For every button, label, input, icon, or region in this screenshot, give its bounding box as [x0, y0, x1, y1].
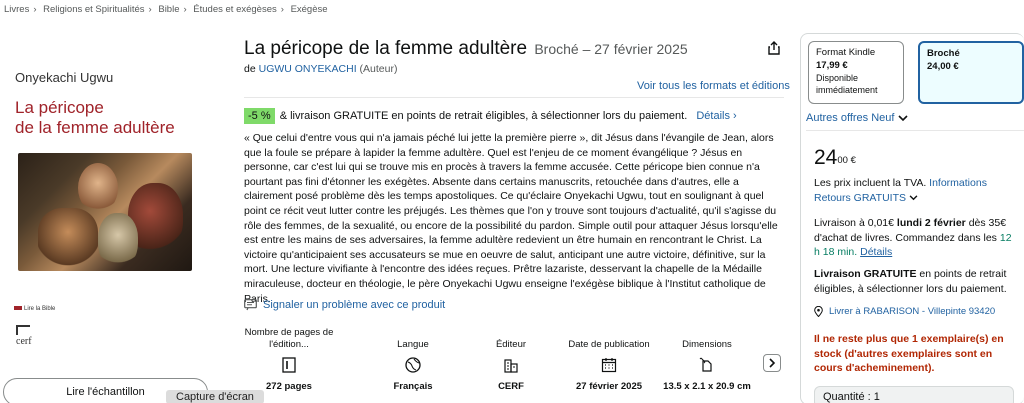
other-offers-dropdown[interactable]: Autres offres Neuf — [806, 112, 909, 124]
tax-info: Les prix incluent la TVA. Informations R… — [814, 177, 987, 204]
cover-author: Onyekachi Ugwu — [15, 70, 114, 85]
breadcrumb-item[interactable]: Exégèse — [291, 4, 328, 15]
promo-text: & livraison GRATUITE en points de retrai… — [279, 110, 688, 122]
breadcrumb-item[interactable]: Livres — [4, 4, 29, 15]
product-specs-carousel: Nombre de pages de l'édition... 272 page… — [244, 323, 764, 403]
delivery-details-link[interactable]: Détails — [860, 246, 892, 258]
specs-next-button[interactable] — [763, 354, 781, 372]
quantity-select[interactable]: Quantité : 1 — [814, 386, 1014, 403]
free-returns-link[interactable]: Retours GRATUITS — [814, 192, 918, 204]
all-formats-link[interactable]: Voir tous les formats et éditions — [637, 80, 790, 92]
cover-title: La péricope de la femme adultère — [15, 98, 175, 137]
free-delivery-info: Livraison GRATUITE en points de retrait … — [814, 268, 1007, 295]
discount-badge: -5 % — [244, 108, 275, 124]
deliver-to-link[interactable]: Livrer à RABARISON - Villepinte 93420 — [814, 306, 995, 317]
chevron-down-icon — [898, 114, 909, 121]
breadcrumb: Livres › Religions et Spiritualités › Bibl… — [4, 4, 328, 15]
share-button[interactable] — [764, 38, 784, 58]
breadcrumb-item[interactable]: Bible — [158, 4, 179, 15]
spec-pages: Nombre de pages de l'édition... 272 page… — [244, 327, 334, 392]
promo-banner: -5 % & livraison GRATUITE en points de r… — [244, 108, 737, 124]
cover-painting — [18, 153, 192, 271]
delivery-info: Livraison à 0,01€ lundi 2 février dès 35… — [814, 217, 1012, 259]
building-icon — [504, 359, 518, 373]
location-pin-icon — [814, 306, 823, 317]
author-link[interactable]: UGWU ONYEKACHI — [259, 63, 357, 75]
divider — [244, 97, 784, 98]
stock-status: Il ne reste plus que 1 exemplaire(s) en … — [814, 333, 1004, 375]
promo-details-link[interactable]: Détails › — [696, 110, 736, 122]
divider — [806, 130, 1024, 131]
breadcrumb-item[interactable]: Religions et Spiritualités — [43, 4, 144, 15]
report-problem-link[interactable]: Signaler un problème avec ce produit — [244, 299, 445, 311]
cover-series-label: Lire la Bible — [14, 306, 55, 312]
chevron-right-icon — [769, 358, 776, 368]
calendar-icon — [601, 358, 617, 373]
product-header: La péricope de la femme adultère Broché … — [244, 36, 784, 75]
spec-language: Langue Français — [393, 339, 433, 392]
dimensions-icon — [699, 357, 712, 372]
book-cover-image[interactable]: Onyekachi Ugwu La péricope de la femme a… — [0, 40, 230, 370]
pages-icon — [282, 357, 296, 373]
product-title: La péricope de la femme adultère Broché … — [244, 38, 688, 59]
report-icon — [244, 299, 257, 311]
price: 2400 € — [814, 146, 856, 169]
format-kindle-option[interactable]: Format Kindle 17,99 € Disponible immédia… — [808, 41, 904, 104]
breadcrumb-item[interactable]: Études et exégèses — [193, 4, 276, 15]
chevron-down-icon — [909, 194, 918, 200]
informations-link[interactable]: Informations — [929, 177, 987, 189]
byline: de UGWU ONYEKACHI (Auteur) — [244, 63, 398, 75]
book-description: « Que celui d'entre vous qui n'a jamais … — [244, 132, 778, 305]
publisher-logo: cerf — [16, 325, 32, 347]
format-broche-option[interactable]: Broché 24,00 € — [918, 41, 1024, 104]
spec-publication-date: Date de publication 27 février 2025 — [568, 339, 650, 392]
spec-publisher: Éditeur CERF — [495, 339, 527, 392]
globe-icon — [405, 357, 421, 373]
spec-dimensions: Dimensions 13.5 x 2.1 x 20.9 cm — [663, 339, 751, 392]
share-icon — [768, 41, 780, 55]
product-format-date: Broché – 27 février 2025 — [534, 41, 688, 57]
